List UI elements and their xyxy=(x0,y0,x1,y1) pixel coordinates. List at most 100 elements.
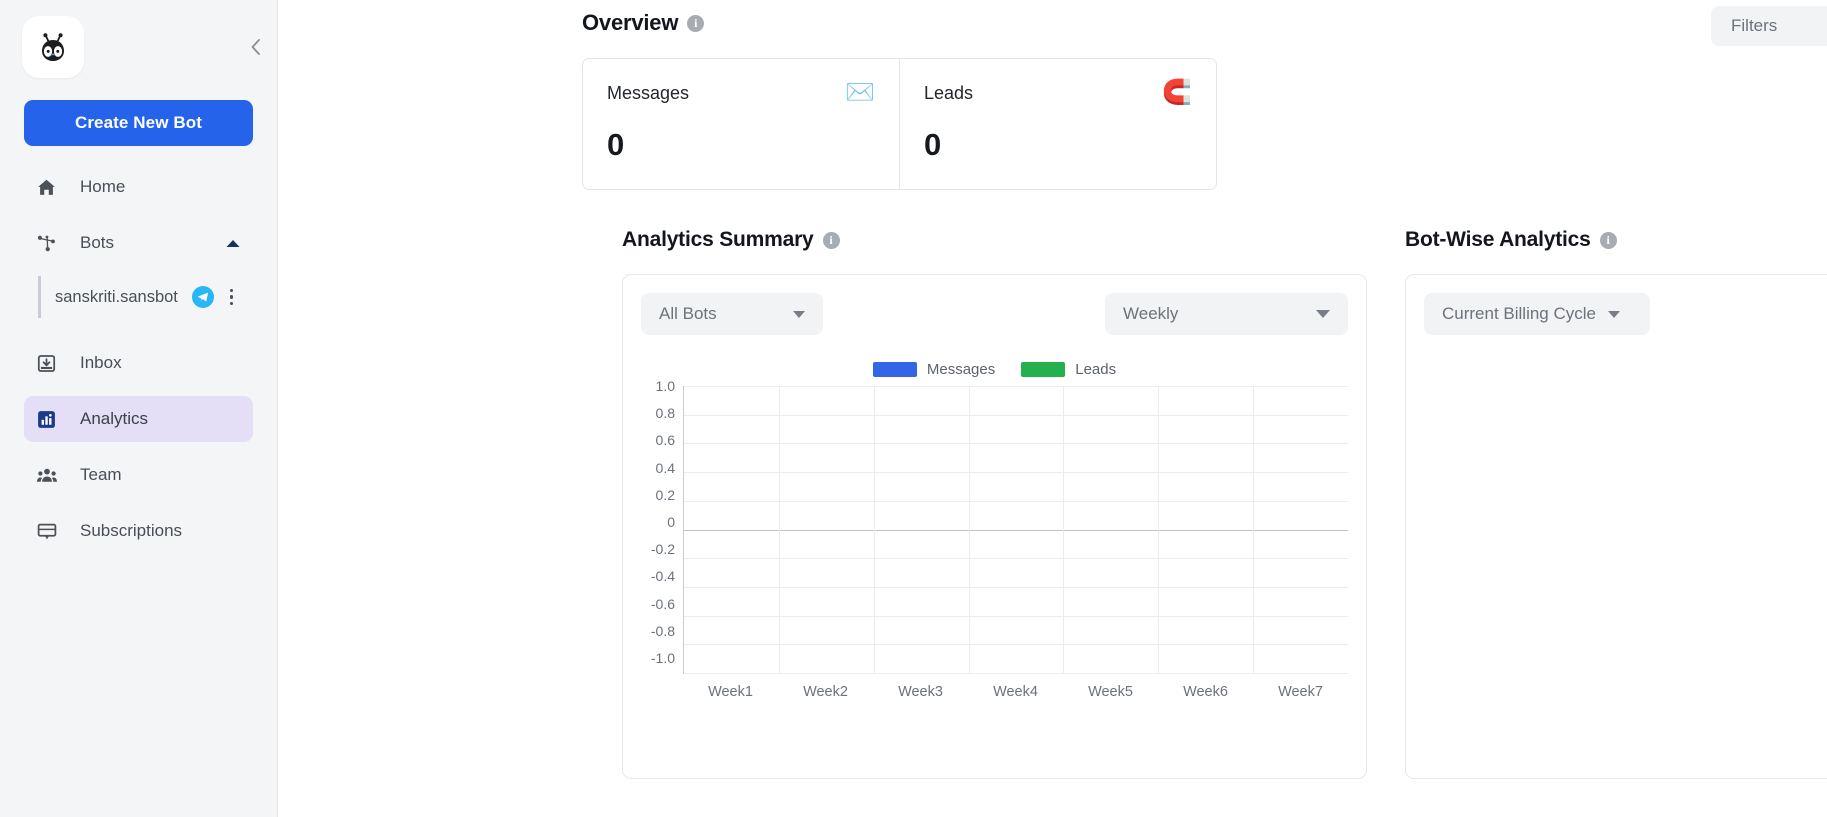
overview-kpi-group: Messages ✉️ 0 Leads 🧲 0 xyxy=(582,58,1217,190)
sidebar-collapse-button[interactable] xyxy=(245,36,267,58)
app-root: Create New Bot Home Bots sanskriti.sansb… xyxy=(0,0,1827,817)
kpi-value: 0 xyxy=(607,127,625,162)
sidebar: Create New Bot Home Bots sanskriti.sansb… xyxy=(0,0,278,817)
bot-filter-dropdown[interactable]: All Bots xyxy=(641,293,823,335)
sidebar-item-label: Analytics xyxy=(80,409,149,428)
chevron-down-icon xyxy=(793,310,805,318)
legend-label: Messages xyxy=(926,361,996,378)
analytics-summary-card: All Bots Weekly Messages Leads 1.0 0.8 0… xyxy=(622,274,1367,779)
analytics-bar-icon xyxy=(36,407,62,431)
x-tick-label: Week2 xyxy=(803,684,848,700)
bot-wise-card: Current Billing Cycle xyxy=(1405,274,1827,779)
legend-label: Leads xyxy=(1075,361,1117,378)
chart-gridline-horizontal xyxy=(684,673,1348,674)
chevron-left-icon xyxy=(251,39,260,55)
chart-gridline-horizontal xyxy=(684,529,1348,531)
sidebar-item-inbox[interactable]: Inbox xyxy=(24,340,253,386)
bot-wise-title: Bot-Wise Analytics xyxy=(1405,228,1591,251)
bot-name-label: sanskriti.sansbot xyxy=(55,287,178,306)
sidebar-item-label: Subscriptions xyxy=(80,521,183,540)
analytics-summary-title: Analytics Summary xyxy=(622,228,814,251)
chart-gridline-vertical xyxy=(778,386,780,673)
kpi-card-messages: Messages ✉️ 0 xyxy=(583,59,899,189)
y-tick-label: 1.0 xyxy=(655,378,675,394)
chart-gridline-horizontal xyxy=(684,558,1348,560)
x-tick-label: Week4 xyxy=(993,684,1038,700)
y-tick-label: 0.8 xyxy=(655,405,675,422)
y-tick-label: -0.8 xyxy=(650,622,675,639)
chart-gridline-horizontal xyxy=(684,386,1348,387)
sidebar-item-label: Team xyxy=(80,465,122,484)
x-tick-label: Week5 xyxy=(1088,684,1133,700)
sidebar-item-label: Home xyxy=(80,177,126,196)
sidebar-item-label: Bots xyxy=(80,233,115,252)
bots-hierarchy-icon xyxy=(36,231,62,255)
chart-gridline-horizontal xyxy=(684,615,1348,617)
kpi-card-header: Messages ✉️ xyxy=(607,81,875,105)
kpi-value: 0 xyxy=(924,127,942,162)
chart-gridline-vertical xyxy=(1158,386,1160,673)
sidebar-item-home[interactable]: Home xyxy=(24,164,253,210)
legend-swatch xyxy=(1021,362,1066,377)
y-tick-label: 0 xyxy=(667,513,675,530)
envelope-icon: ✉️ xyxy=(845,79,875,106)
kebab-menu-icon[interactable] xyxy=(229,288,234,306)
sidebar-item-analytics[interactable]: Analytics xyxy=(24,396,253,442)
kpi-card-header: Leads 🧲 xyxy=(924,81,1192,105)
main-content: Filters Overview i Messages ✉️ 0 Leads 🧲… xyxy=(278,0,1827,817)
subscriptions-monitor-icon xyxy=(36,519,62,543)
y-tick-label: 0.2 xyxy=(655,486,675,503)
kpi-card-leads: Leads 🧲 0 xyxy=(899,59,1216,189)
y-tick-label: -0.4 xyxy=(650,568,675,585)
chart-plot-area: Week1 Week2 Week3 Week4 Week5 Week6 Week7 xyxy=(683,386,1348,700)
sidebar-item-bots[interactable]: Bots xyxy=(24,220,253,266)
sidebar-nav: Home Bots sanskriti.sansbot Inbox Analyt… xyxy=(0,164,277,554)
billing-cycle-value: Current Billing Cycle xyxy=(1442,304,1596,323)
analytics-summary-panel: Analytics Summary i All Bots Weekly Mess… xyxy=(622,228,1367,779)
x-tick-label: Week7 xyxy=(1278,684,1323,700)
period-filter-dropdown[interactable]: Weekly xyxy=(1105,293,1348,335)
info-icon[interactable]: i xyxy=(1599,231,1617,249)
magnet-icon: 🧲 xyxy=(1162,79,1192,106)
chevron-up-icon[interactable] xyxy=(225,238,241,249)
chart-gridline-horizontal xyxy=(684,644,1348,646)
period-filter-value: Weekly xyxy=(1123,304,1179,323)
sidebar-item-label: Inbox xyxy=(80,353,122,372)
chart-gridline-horizontal xyxy=(684,472,1348,474)
x-tick-label: Week1 xyxy=(708,684,753,700)
chart-grid xyxy=(683,386,1348,674)
sidebar-item-subscriptions[interactable]: Subscriptions xyxy=(24,508,253,554)
chevron-down-icon xyxy=(1316,310,1330,318)
filters-button[interactable]: Filters xyxy=(1711,6,1827,46)
chart-gridline-horizontal xyxy=(684,443,1348,445)
logo-container xyxy=(0,0,277,78)
bot-logo-svg xyxy=(42,33,64,61)
kpi-label: Messages xyxy=(607,82,690,103)
bot-wise-header: Bot-Wise Analytics i xyxy=(1405,228,1827,252)
x-tick-label: Week3 xyxy=(898,684,943,700)
legend-item-leads[interactable]: Leads xyxy=(1021,361,1116,378)
bot-logo-icon[interactable] xyxy=(22,16,84,78)
chart-gridline-horizontal xyxy=(684,414,1348,416)
analytics-chart: 1.0 0.8 0.6 0.4 0.2 0 -0.2 -0.4 -0.6 -0.8 -1.0 Wee… xyxy=(641,378,1348,700)
info-icon[interactable]: i xyxy=(822,231,840,249)
analytics-summary-header: Analytics Summary i xyxy=(622,228,1367,252)
bot-filter-value: All Bots xyxy=(659,304,717,323)
inbox-icon xyxy=(36,351,62,375)
chart-legend: Messages Leads xyxy=(641,361,1348,378)
chart-gridline-horizontal xyxy=(684,586,1348,588)
y-tick-label: 0.4 xyxy=(655,459,675,476)
team-people-icon xyxy=(36,463,62,487)
billing-cycle-dropdown[interactable]: Current Billing Cycle xyxy=(1424,293,1650,335)
telegram-icon[interactable] xyxy=(191,286,214,308)
y-tick-label: -0.6 xyxy=(650,595,675,612)
sidebar-item-team[interactable]: Team xyxy=(24,452,253,498)
legend-item-messages[interactable]: Messages xyxy=(872,361,996,378)
x-tick-label: Week6 xyxy=(1183,684,1228,700)
bot-wise-analytics-panel: Bot-Wise Analytics i Current Billing Cyc… xyxy=(1405,228,1827,779)
home-icon xyxy=(36,175,62,199)
sidebar-bot-entry[interactable]: sanskriti.sansbot xyxy=(38,276,253,318)
create-new-bot-button[interactable]: Create New Bot xyxy=(24,100,253,146)
kpi-label: Leads xyxy=(924,82,974,103)
chart-gridline-horizontal xyxy=(684,500,1348,502)
